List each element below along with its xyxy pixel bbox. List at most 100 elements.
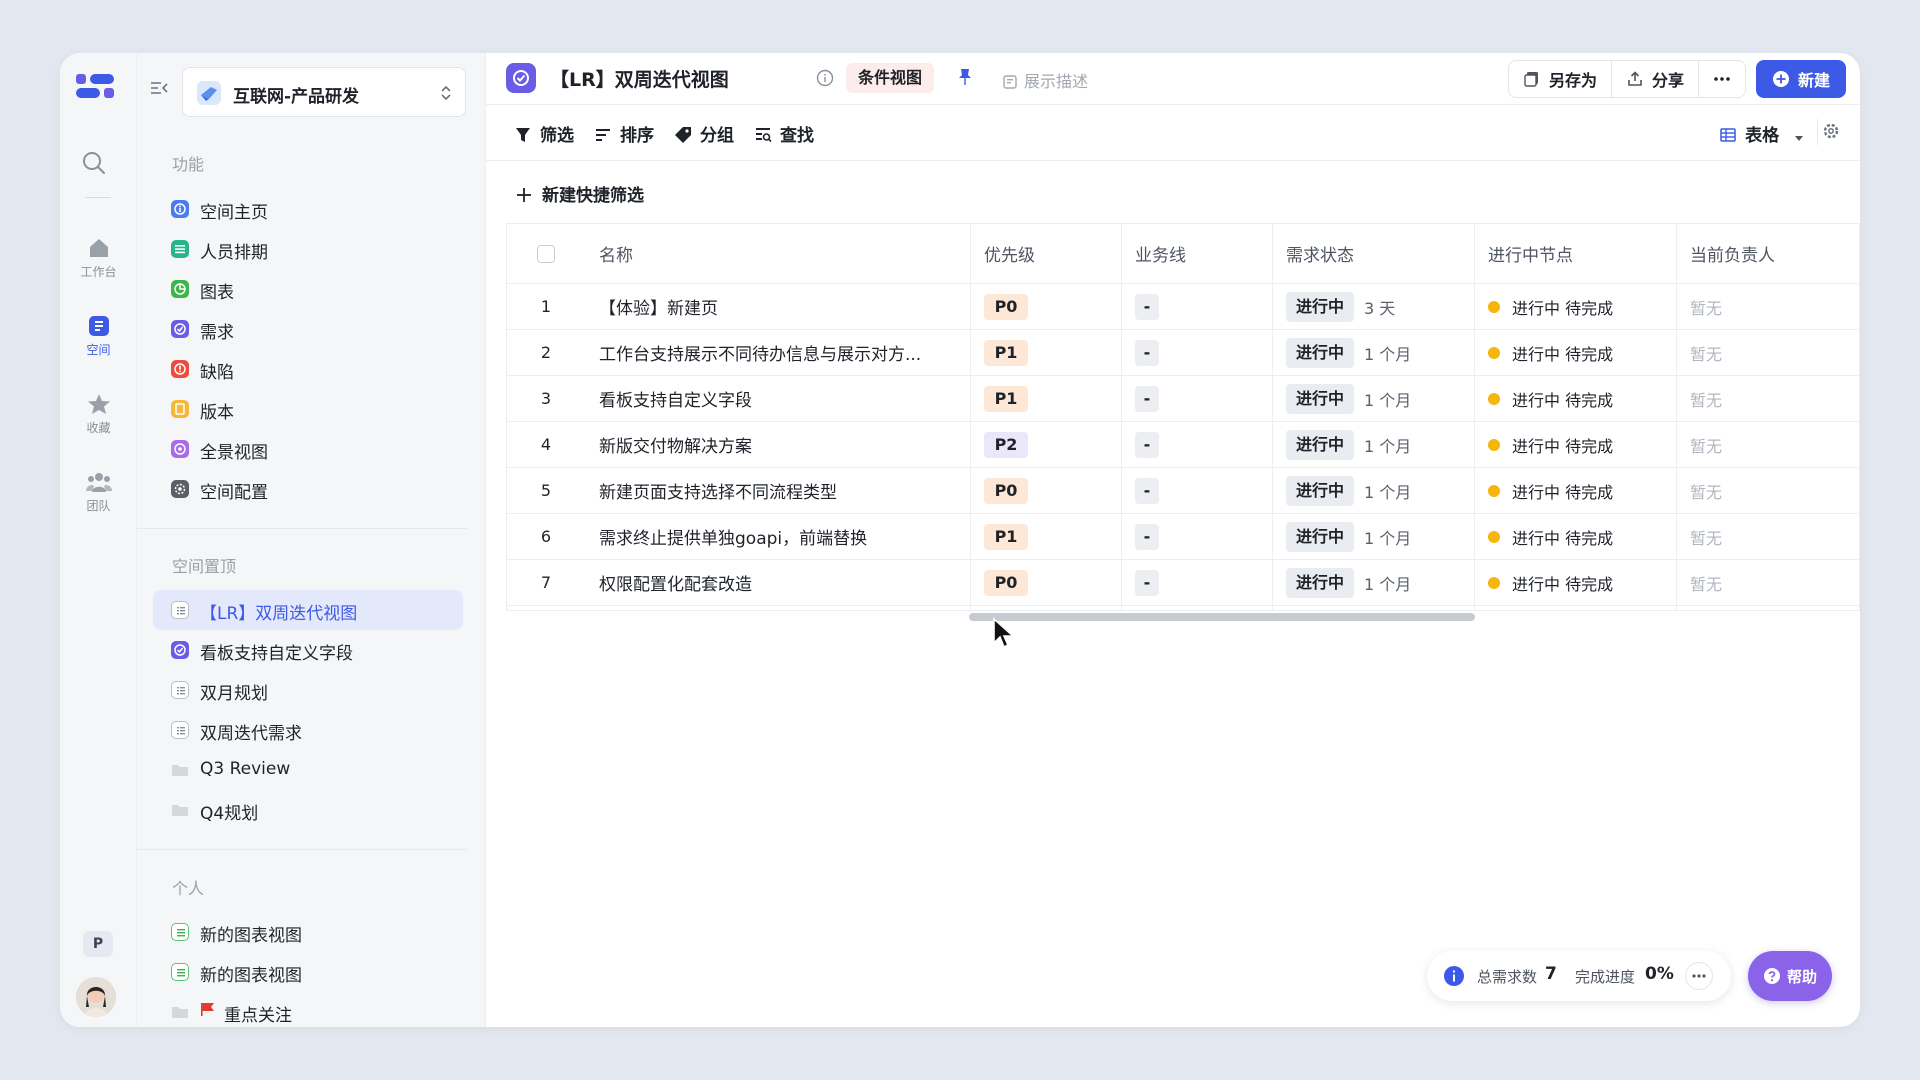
priority-cell[interactable]: P1: [970, 376, 1121, 421]
priority-cell[interactable]: P1: [970, 330, 1121, 375]
rail-item-workbench[interactable]: 工作台: [68, 229, 129, 289]
business-line-cell[interactable]: -: [1121, 468, 1272, 513]
help-button[interactable]: 帮助: [1748, 951, 1832, 1001]
business-line-cell[interactable]: -: [1121, 376, 1272, 421]
owner-cell[interactable]: 暂无: [1676, 468, 1859, 513]
table-row[interactable]: 1 【体验】新建页 P0 - 进行中 3 天 进行中 待完成 暂无: [507, 284, 1859, 330]
business-line-cell[interactable]: -: [1121, 330, 1272, 375]
status-cell[interactable]: 进行中 1 个月: [1272, 422, 1474, 467]
active-node-cell[interactable]: 进行中 待完成: [1474, 376, 1676, 421]
status-cell[interactable]: 进行中 1 个月: [1272, 330, 1474, 375]
space-selector[interactable]: 互联网-产品研发: [182, 67, 466, 117]
filter-button[interactable]: 筛选: [514, 121, 574, 146]
sort-button[interactable]: 排序: [594, 121, 654, 146]
table-row[interactable]: 7 权限配置化配套改造 P0 - 进行中 1 个月 进行中 待完成 暂无: [507, 560, 1859, 606]
rail-item-favorites[interactable]: 收藏: [68, 385, 129, 445]
new-quick-filter-button[interactable]: 新建快捷筛选: [516, 181, 644, 206]
sidebar-item-charts[interactable]: 图表: [153, 269, 463, 309]
priority-cell[interactable]: P2: [970, 422, 1121, 467]
active-node-cell[interactable]: 进行中 待完成: [1474, 514, 1676, 559]
table-row[interactable]: 5 新建页面支持选择不同流程类型 P0 - 进行中 1 个月 进行中 待完成 暂无: [507, 468, 1859, 514]
rail-item-team[interactable]: 团队: [68, 463, 129, 523]
active-node-cell[interactable]: 进行中 待完成: [1474, 468, 1676, 513]
sidebar-item-key-focus[interactable]: 重点关注: [153, 992, 463, 1027]
rail-item-space[interactable]: 空间: [68, 307, 129, 367]
sidebar-item-biweekly-req[interactable]: 双周迭代需求: [153, 710, 463, 750]
status-cell[interactable]: 进行中 1 个月: [1272, 514, 1474, 559]
active-node-cell[interactable]: 进行中 待完成: [1474, 330, 1676, 375]
owner-cell[interactable]: 暂无: [1676, 514, 1859, 559]
info-icon[interactable]: [816, 69, 834, 87]
sidebar-item-q3-review[interactable]: Q3 Review: [153, 750, 463, 790]
owner-cell[interactable]: 暂无: [1676, 376, 1859, 421]
column-header-active-node[interactable]: 进行中节点: [1474, 224, 1676, 283]
priority-cell[interactable]: P0: [970, 468, 1121, 513]
new-button[interactable]: 新建: [1755, 60, 1846, 98]
owner-cell[interactable]: 暂无: [1676, 422, 1859, 467]
column-header-owner[interactable]: 当前负责人: [1676, 224, 1859, 283]
row-title[interactable]: 新建页面支持选择不同流程类型: [585, 468, 970, 513]
row-title[interactable]: 新版交付物解决方案: [585, 422, 970, 467]
business-line-cell[interactable]: -: [1121, 560, 1272, 605]
pin-icon[interactable]: [956, 67, 974, 87]
owner-cell[interactable]: 暂无: [1676, 330, 1859, 375]
search-icon[interactable]: [81, 150, 107, 176]
table-row[interactable]: 2 工作台支持展示不同待办信息与展示对方... P1 - 进行中 1 个月 进行中…: [507, 330, 1859, 376]
priority-cell[interactable]: P0: [970, 284, 1121, 329]
select-all-checkbox[interactable]: [537, 244, 555, 263]
status-cell[interactable]: 进行中 1 个月: [1272, 560, 1474, 605]
avatar[interactable]: [76, 977, 116, 1017]
row-title[interactable]: 看板支持自定义字段: [585, 376, 970, 421]
active-node-cell[interactable]: 进行中 待完成: [1474, 284, 1676, 329]
sidebar-item-requirements[interactable]: 需求: [153, 309, 463, 349]
status-cell[interactable]: 进行中 1 个月: [1272, 468, 1474, 513]
sidebar-item-chart-view-1[interactable]: 新的图表视图: [153, 912, 463, 952]
status-cell[interactable]: 进行中 1 个月: [1272, 376, 1474, 421]
business-line-cell[interactable]: -: [1121, 514, 1272, 559]
owner-cell[interactable]: 暂无: [1676, 284, 1859, 329]
row-title[interactable]: 【体验】新建页: [585, 284, 970, 329]
sidebar-item-q4-plan[interactable]: Q4规划: [153, 790, 463, 830]
stats-more-button[interactable]: [1685, 962, 1713, 990]
sidebar-item-panorama[interactable]: 全景视图: [153, 429, 463, 469]
sidebar-item-space-home[interactable]: 空间主页: [153, 189, 463, 229]
sidebar-item-lr-view[interactable]: 【LR】双周迭代视图: [153, 590, 463, 630]
sidebar-item-schedule[interactable]: 人员排期: [153, 229, 463, 269]
table-row[interactable]: 6 需求终止提供单独goapi，前端替换 P1 - 进行中 1 个月 进行中 待完…: [507, 514, 1859, 560]
sidebar-item-kanban-custom-field[interactable]: 看板支持自定义字段: [153, 630, 463, 670]
save-as-button[interactable]: 另存为: [1509, 61, 1612, 97]
column-header-status[interactable]: 需求状态: [1272, 224, 1474, 283]
app-logo[interactable]: [74, 71, 118, 107]
sidebar-item-chart-view-2[interactable]: 新的图表视图: [153, 952, 463, 992]
share-button[interactable]: 分享: [1612, 61, 1699, 97]
more-button[interactable]: [1699, 61, 1745, 97]
table-row[interactable]: 4 新版交付物解决方案 P2 - 进行中 1 个月 进行中 待完成 暂无: [507, 422, 1859, 468]
column-header-business-line[interactable]: 业务线: [1121, 224, 1272, 283]
business-line-cell[interactable]: -: [1121, 422, 1272, 467]
horizontal-scrollbar[interactable]: [969, 613, 1475, 621]
sidebar-item-bimonthly-plan[interactable]: 双月规划: [153, 670, 463, 710]
active-node-cell[interactable]: 进行中 待完成: [1474, 560, 1676, 605]
find-button[interactable]: 查找: [754, 121, 814, 146]
gear-icon[interactable]: [1822, 122, 1840, 140]
sidebar-item-space-settings[interactable]: 空间配置: [153, 469, 463, 509]
status-cell[interactable]: 进行中 3 天: [1272, 284, 1474, 329]
active-node-cell[interactable]: 进行中 待完成: [1474, 422, 1676, 467]
collapse-sidebar-icon[interactable]: [149, 78, 171, 100]
column-header-priority[interactable]: 优先级: [970, 224, 1121, 283]
sidebar-item-versions[interactable]: 版本: [153, 389, 463, 429]
priority-cell[interactable]: P1: [970, 514, 1121, 559]
priority-cell[interactable]: P0: [970, 560, 1121, 605]
row-title[interactable]: 需求终止提供单独goapi，前端替换: [585, 514, 970, 559]
table-row[interactable]: 3 看板支持自定义字段 P1 - 进行中 1 个月 进行中 待完成 暂无: [507, 376, 1859, 422]
sidebar-item-defects[interactable]: 缺陷: [153, 349, 463, 389]
group-button[interactable]: 分组: [674, 121, 734, 146]
user-initial-badge[interactable]: P: [83, 931, 113, 957]
show-description-button[interactable]: 展示描述: [1002, 68, 1088, 92]
row-title[interactable]: 工作台支持展示不同待办信息与展示对方...: [585, 330, 970, 375]
view-mode-selector[interactable]: 表格: [1719, 121, 1805, 146]
owner-cell[interactable]: 暂无: [1676, 560, 1859, 605]
column-header-name[interactable]: 名称: [585, 224, 970, 283]
row-title[interactable]: 权限配置化配套改造: [585, 560, 970, 605]
business-line-cell[interactable]: -: [1121, 284, 1272, 329]
